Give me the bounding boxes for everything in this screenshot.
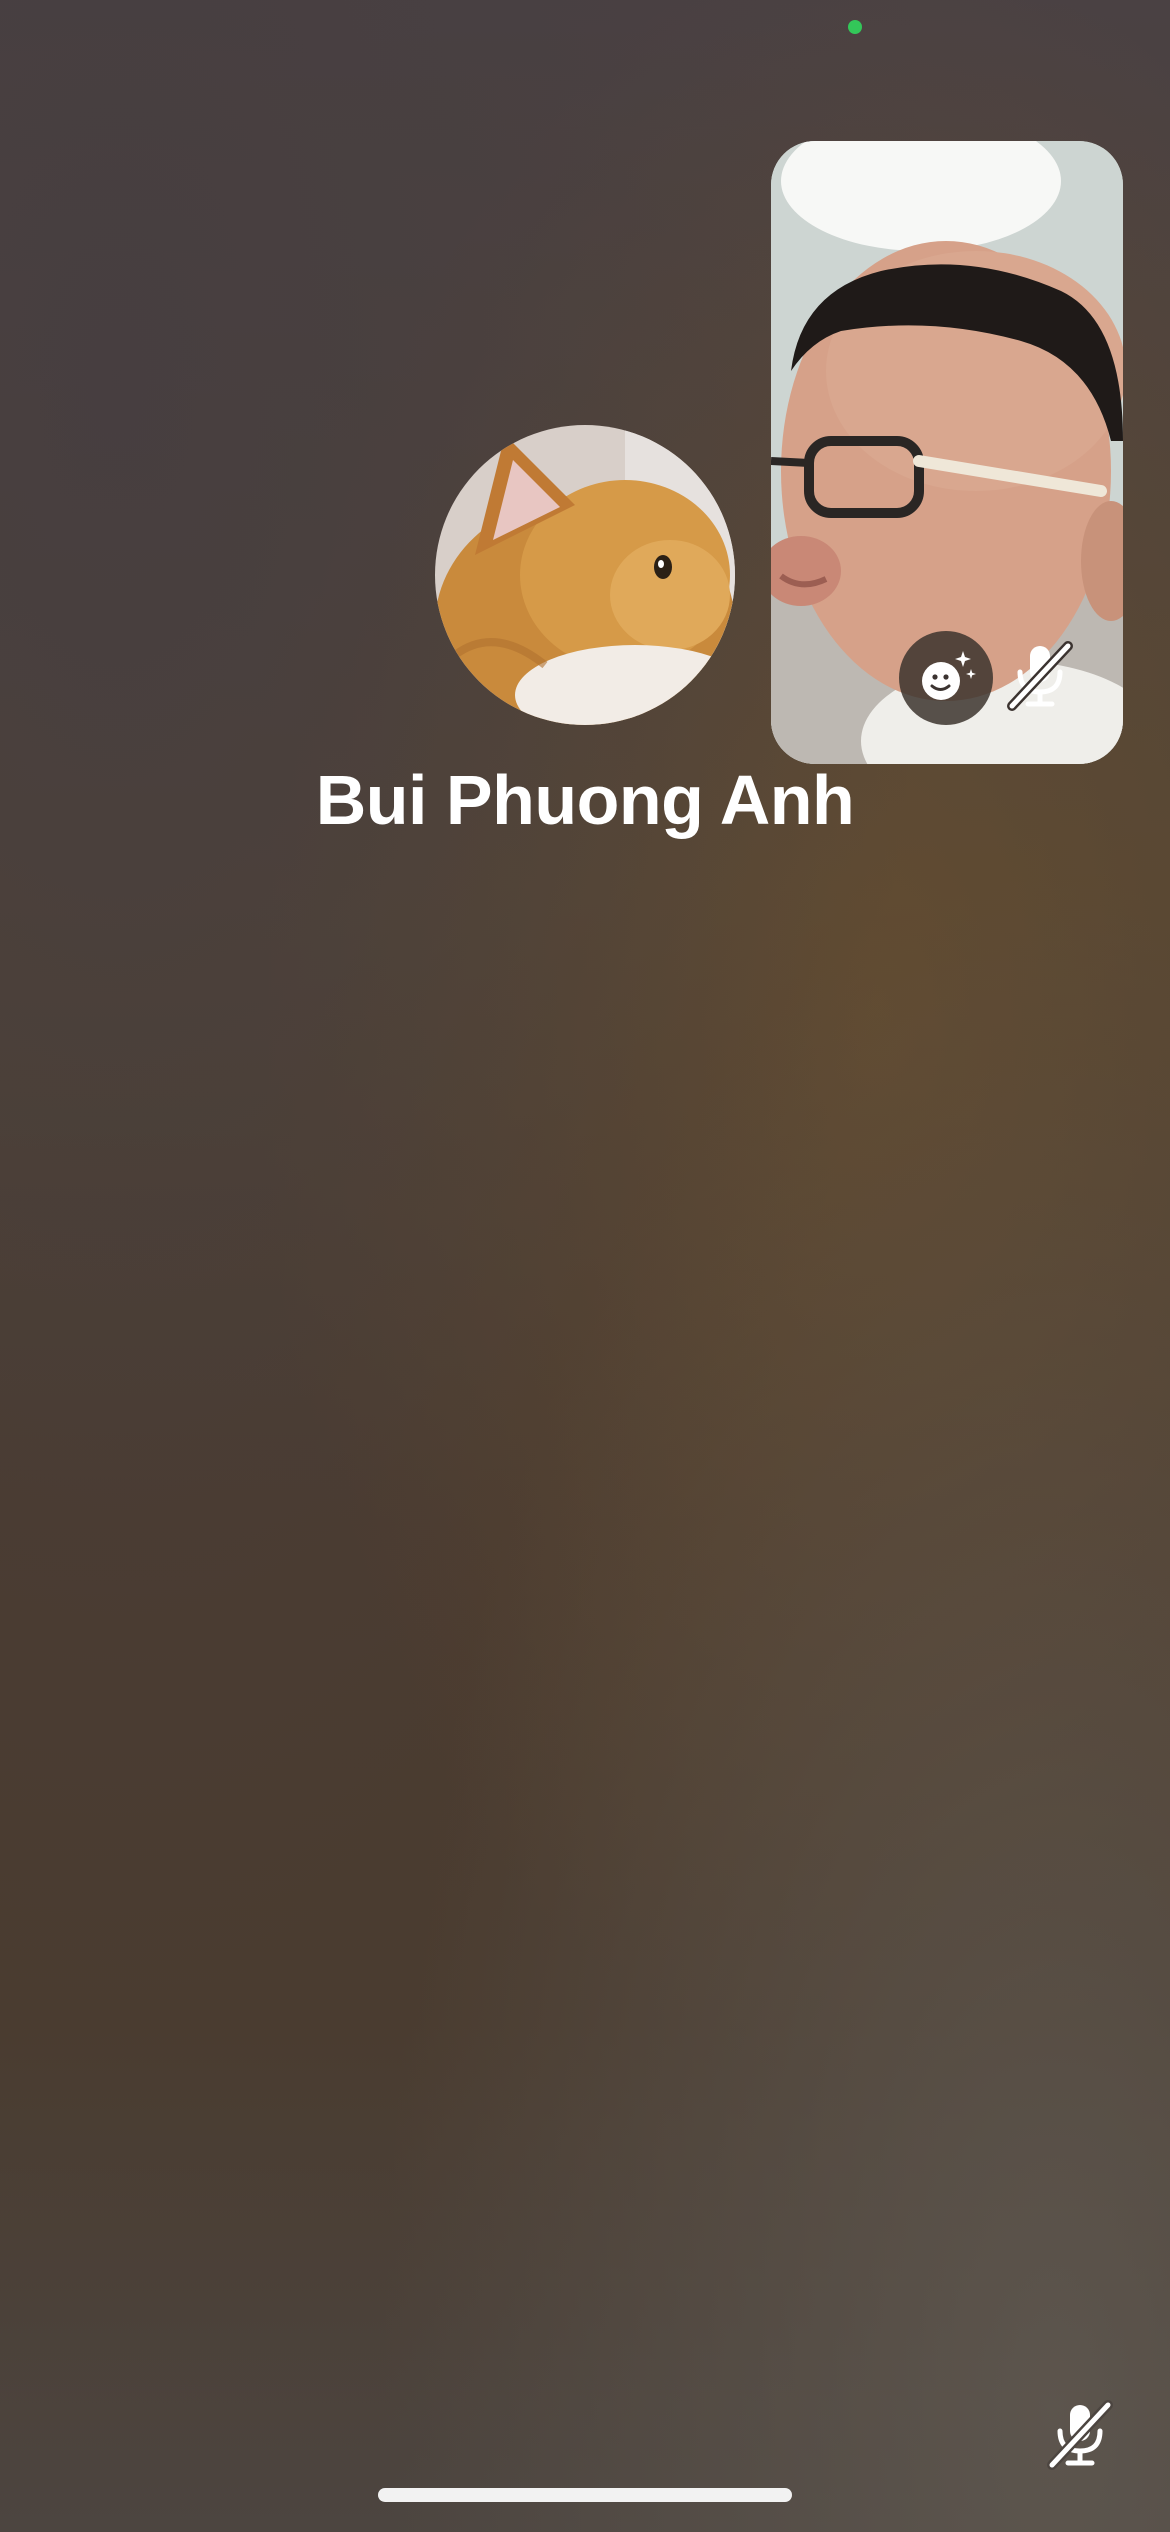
caller-avatar [435, 425, 735, 725]
microphone-slash-icon [1007, 641, 1073, 711]
sparkle-face-icon [922, 651, 976, 700]
self-video-preview[interactable] [771, 141, 1123, 764]
self-mic-muted-icon [995, 631, 1085, 721]
camera-in-use-indicator [848, 20, 862, 34]
effects-button[interactable] [899, 631, 993, 725]
caller-name: Bui Phuong Anh [315, 761, 855, 839]
home-indicator[interactable] [378, 2488, 792, 2502]
mute-button[interactable] [1035, 2390, 1125, 2480]
microphone-slash-icon [1047, 2400, 1113, 2470]
cat-photo [435, 425, 735, 725]
